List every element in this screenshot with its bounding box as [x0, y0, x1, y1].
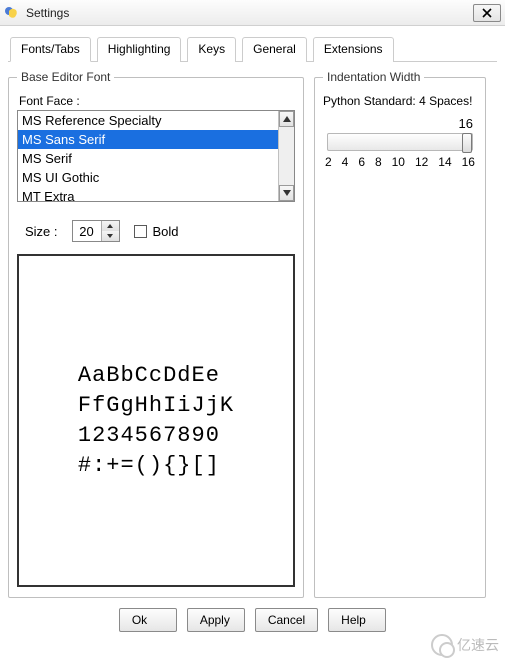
bold-checkbox-row[interactable]: Bold [134, 224, 179, 239]
apply-button[interactable]: Apply [187, 608, 245, 632]
font-option[interactable]: MS Reference Specialty [18, 111, 278, 130]
indentation-width-legend: Indentation Width [323, 70, 424, 84]
scroll-up-button[interactable] [279, 111, 294, 127]
tick-label: 6 [358, 155, 365, 169]
tab-keys[interactable]: Keys [187, 37, 236, 62]
tick-label: 16 [462, 155, 475, 169]
base-editor-font-legend: Base Editor Font [17, 70, 114, 84]
tick-label: 4 [342, 155, 349, 169]
tick-label: 10 [392, 155, 405, 169]
chevron-down-icon [283, 190, 291, 196]
dialog-button-bar: Ok Apply Cancel Help [8, 608, 497, 632]
bold-label: Bold [153, 224, 179, 239]
font-option[interactable]: MS Serif [18, 149, 278, 168]
preview-line: AaBbCcDdEe [78, 361, 234, 391]
tab-extensions[interactable]: Extensions [313, 37, 394, 62]
size-label: Size : [25, 224, 58, 239]
close-button[interactable] [473, 4, 501, 22]
preview-line: FfGgHhIiJjK [78, 391, 234, 421]
chevron-up-icon [283, 116, 291, 122]
preview-line: #:+=(){}[] [78, 451, 234, 481]
scroll-down-button[interactable] [279, 185, 294, 201]
font-option[interactable]: MS UI Gothic [18, 168, 278, 187]
base-editor-font-group: Base Editor Font Font Face : MS Referenc… [8, 70, 304, 598]
slider-thumb[interactable] [462, 133, 472, 153]
tick-label: 12 [415, 155, 428, 169]
size-spinner[interactable]: 20 [72, 220, 120, 242]
indent-info: Python Standard: 4 Spaces! [323, 94, 477, 108]
help-button[interactable]: Help [328, 608, 386, 632]
preview-line: 1234567890 [78, 421, 234, 451]
tick-label: 8 [375, 155, 382, 169]
indent-value: 16 [323, 116, 477, 131]
chevron-up-icon [107, 224, 113, 228]
close-icon [482, 8, 492, 18]
tab-bar: Fonts/Tabs Highlighting Keys General Ext… [8, 36, 497, 62]
size-increase-button[interactable] [102, 221, 119, 231]
font-option-selected[interactable]: MS Sans Serif [18, 130, 278, 149]
titlebar: Settings [0, 0, 505, 26]
listbox-scrollbar[interactable] [278, 111, 294, 201]
dialog-content: Fonts/Tabs Highlighting Keys General Ext… [0, 26, 505, 640]
size-decrease-button[interactable] [102, 231, 119, 241]
cancel-button[interactable]: Cancel [255, 608, 318, 632]
tab-general[interactable]: General [242, 37, 307, 62]
font-preview-box: AaBbCcDdEe FfGgHhIiJjK 1234567890 #:+=()… [17, 254, 295, 587]
slider-ticks: 2 4 6 8 10 12 14 16 [325, 155, 475, 169]
app-icon [4, 5, 20, 21]
font-face-listbox[interactable]: MS Reference Specialty MS Sans Serif MS … [17, 110, 295, 202]
tab-highlighting[interactable]: Highlighting [97, 37, 182, 62]
indentation-width-group: Indentation Width Python Standard: 4 Spa… [314, 70, 486, 598]
indent-slider[interactable] [327, 133, 473, 151]
font-face-label: Font Face : [19, 94, 295, 108]
tab-fonts-tabs[interactable]: Fonts/Tabs [10, 37, 91, 62]
bold-checkbox[interactable] [134, 225, 147, 238]
font-option[interactable]: MT Extra [18, 187, 278, 201]
tick-label: 14 [438, 155, 451, 169]
font-preview-text: AaBbCcDdEe FfGgHhIiJjK 1234567890 #:+=()… [78, 361, 234, 481]
tick-label: 2 [325, 155, 332, 169]
window-title: Settings [26, 6, 473, 20]
ok-button[interactable]: Ok [119, 608, 177, 632]
chevron-down-icon [107, 234, 113, 238]
size-value: 20 [73, 224, 101, 239]
